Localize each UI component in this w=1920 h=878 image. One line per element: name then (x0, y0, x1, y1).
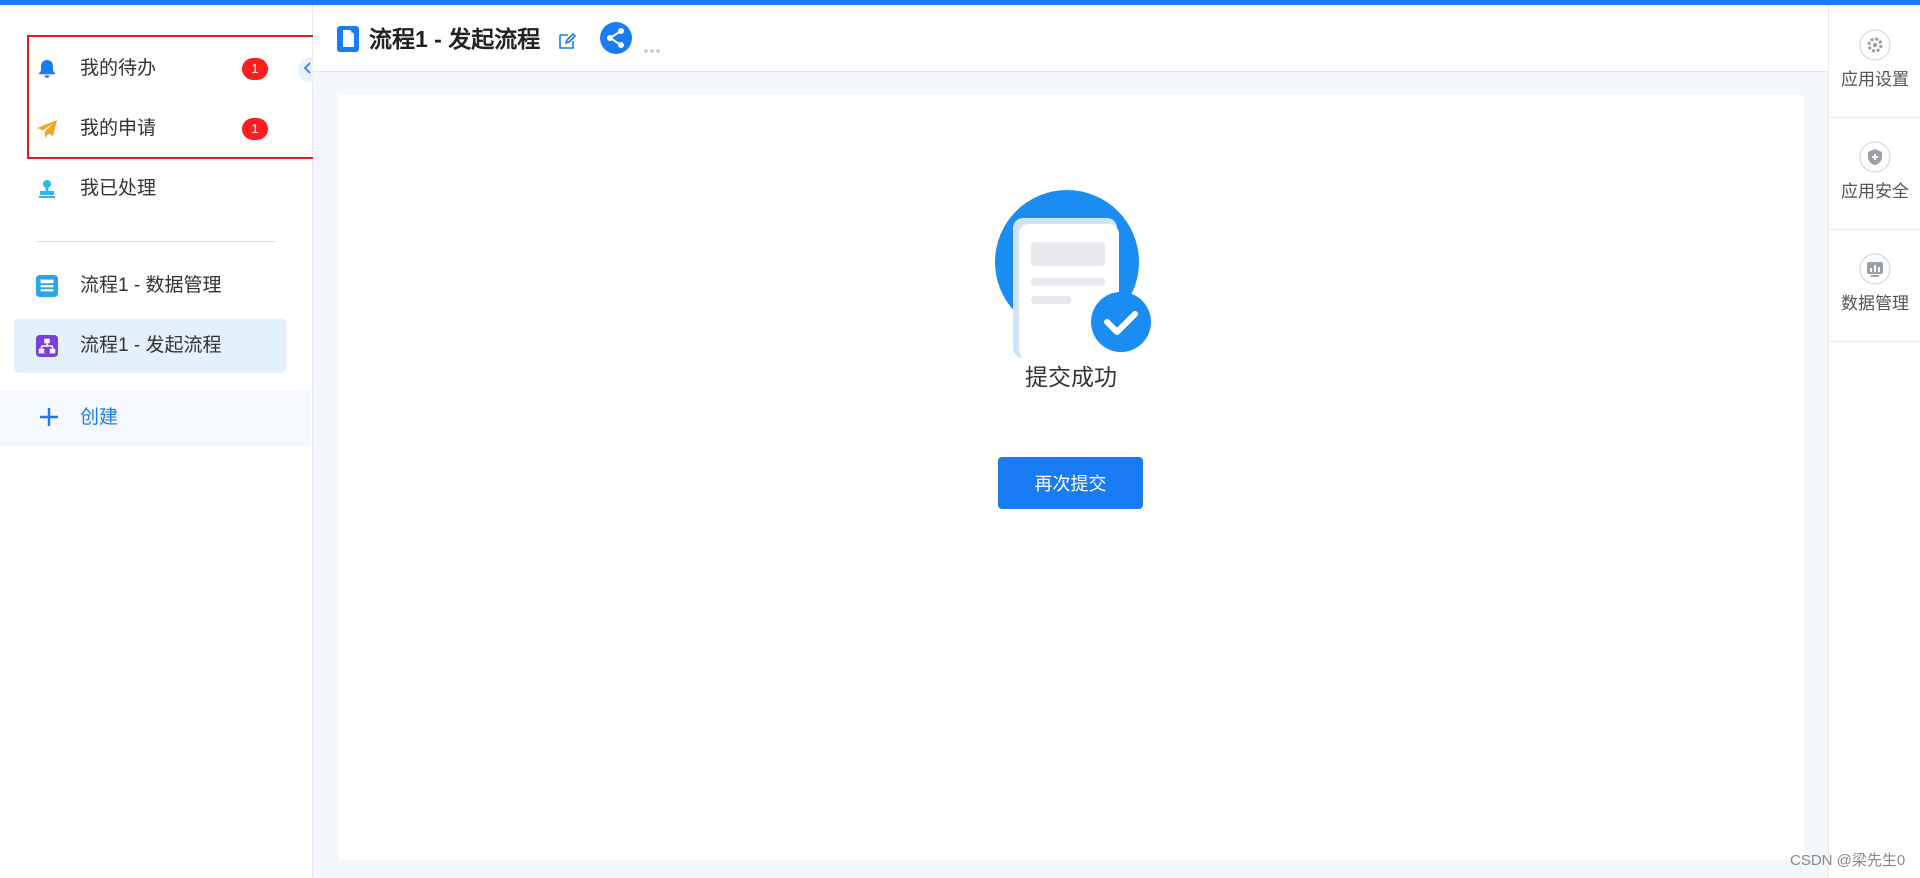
sidebar-item-start-process[interactable]: 流程1 - 发起流程 (14, 319, 286, 373)
right-rail: 应用设置 应用安全 数据管理 (1828, 5, 1920, 878)
flow-chart-icon (36, 335, 58, 357)
submit-success-illustration (995, 190, 1155, 360)
plus-icon (36, 404, 62, 430)
stamp-icon (36, 178, 58, 200)
shield-icon (1859, 141, 1891, 173)
document-icon (337, 26, 359, 52)
gear-icon (1859, 29, 1891, 61)
create-button[interactable]: 创建 (0, 390, 311, 446)
sidebar-item-data-management[interactable]: 流程1 - 数据管理 (14, 259, 286, 313)
rail-item-label: 数据管理 (1841, 294, 1909, 313)
rail-item-data-management[interactable]: 数据管理 (1829, 229, 1920, 342)
rail-item-app-security[interactable]: 应用安全 (1829, 117, 1920, 230)
create-label: 创建 (80, 407, 119, 428)
watermark: CSDN @梁先生0 (1790, 852, 1906, 869)
sidebar-divider (36, 241, 276, 242)
data-chart-icon (1859, 253, 1891, 285)
chevron-left-icon (303, 61, 313, 79)
rail-item-label: 应用设置 (1841, 70, 1909, 89)
page-title: 流程1 - 发起流程 (369, 26, 541, 52)
data-table-icon (36, 275, 58, 297)
sidebar-item-processed[interactable]: 我已处理 (14, 162, 286, 216)
success-message: 提交成功 (1025, 364, 1117, 390)
sidebar-item-label: 流程1 - 发起流程 (80, 335, 222, 356)
rail-item-label: 应用安全 (1841, 182, 1909, 201)
resubmit-button[interactable]: 再次提交 (998, 457, 1143, 509)
annotation-highlight-box (27, 35, 336, 159)
sidebar-item-label: 流程1 - 数据管理 (80, 275, 222, 296)
more-icon[interactable] (643, 41, 661, 53)
sidebar-item-label: 我已处理 (80, 178, 157, 199)
page-header: 流程1 - 发起流程 (313, 5, 1828, 72)
rail-item-app-settings[interactable]: 应用设置 (1829, 5, 1920, 118)
share-icon[interactable] (599, 21, 633, 55)
edit-icon[interactable] (557, 31, 577, 51)
